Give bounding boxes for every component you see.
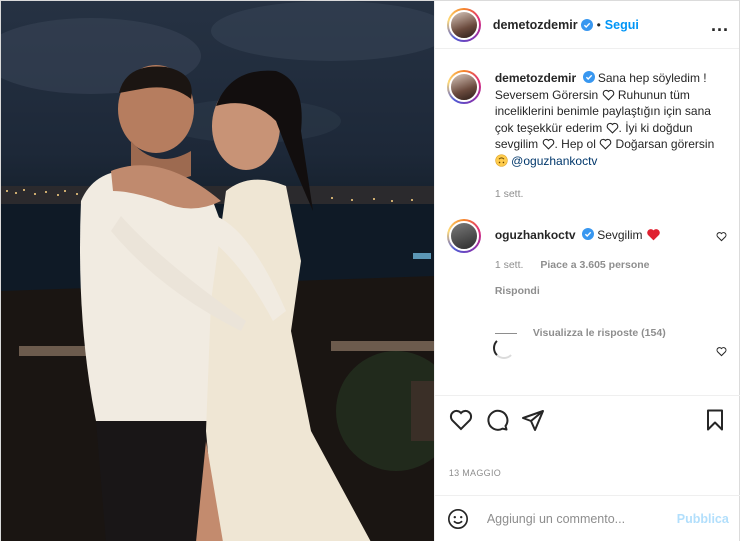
caption-timestamp[interactable]: 1 sett.: [495, 188, 524, 200]
comment-input[interactable]: [486, 512, 657, 526]
caption-text-5: Doğarsan görersin: [612, 137, 715, 151]
heart-icon: [449, 409, 472, 430]
comment-row: oguzhankoctv Sevgilim 1 sett. Piace a 3.…: [446, 218, 729, 300]
like-comment-heart-icon[interactable]: [716, 346, 727, 357]
comment-text: Sevgilim: [597, 227, 643, 242]
header-separator: •: [596, 17, 601, 32]
heart-outline-icon: [606, 122, 618, 134]
couple-photo-illustration: [1, 1, 434, 541]
post-photo[interactable]: [1, 1, 434, 541]
author-username[interactable]: demetozdemir: [493, 18, 578, 32]
save-icon: [706, 409, 723, 430]
loading-spinner-icon: [492, 337, 515, 359]
comment-timestamp[interactable]: 1 sett.: [495, 259, 524, 271]
publish-button[interactable]: Pubblica: [677, 512, 729, 526]
share-button[interactable]: [521, 408, 545, 432]
verified-badge-icon: [581, 227, 594, 240]
caption-text-4: . Hep ol: [554, 137, 600, 151]
commenter-username[interactable]: oguzhankoctv: [495, 228, 576, 242]
commenter-avatar[interactable]: [446, 218, 481, 253]
author-avatar[interactable]: [446, 7, 481, 42]
like-button[interactable]: [449, 408, 473, 432]
post-actions: [434, 395, 740, 443]
follow-button[interactable]: Segui: [605, 18, 639, 32]
comment-likes[interactable]: Piace a 3.605 persone: [540, 259, 649, 271]
heart-outline-icon: [602, 89, 614, 101]
red-heart-emoji-icon: [647, 228, 660, 240]
save-button[interactable]: [703, 408, 727, 432]
post-header: demetozdemir • Segui ...: [434, 1, 739, 49]
like-comment-heart-icon[interactable]: [716, 231, 727, 242]
verified-badge-icon: [580, 18, 593, 31]
replies-divider-line: [494, 332, 517, 334]
instagram-post: demetozdemir • Segui ... demetozdemir Sa…: [0, 0, 740, 541]
verified-badge-icon: [582, 71, 595, 83]
caption-username[interactable]: demetozdemir: [495, 71, 576, 85]
caption-body: demetozdemir Sana hep söyledim ! Severse…: [495, 70, 727, 203]
heart-outline-icon: [599, 138, 612, 150]
view-replies-button[interactable]: Visualizza le risposte (154): [494, 327, 729, 339]
caption-avatar[interactable]: [446, 70, 481, 104]
add-comment-bar: Pubblica: [434, 495, 740, 541]
share-icon: [521, 409, 544, 431]
upside-down-smile-emoji-icon: [495, 153, 508, 167]
comment-body: oguzhankoctv Sevgilim 1 sett. Piace a 3.…: [495, 219, 727, 300]
view-replies-label[interactable]: Visualizza le risposte (154): [533, 327, 666, 339]
post-date[interactable]: 13 MAGGIO: [449, 468, 501, 478]
caption-time: 1 sett.: [495, 186, 727, 203]
caption: demetozdemir Sana hep söyledim ! Severse…: [446, 70, 729, 203]
caption-mention-link[interactable]: @oguzhankoctv: [511, 154, 597, 168]
more-options-icon[interactable]: ...: [711, 16, 729, 34]
comment-meta: 1 sett. Piace a 3.605 persone: [495, 257, 727, 274]
comment-icon: [487, 409, 509, 431]
heart-outline-icon: [542, 138, 554, 150]
post-sidebar: demetozdemir • Segui ... demetozdemir Sa…: [433, 1, 740, 541]
emoji-icon[interactable]: [447, 508, 469, 530]
comment-button[interactable]: [485, 408, 509, 432]
comments-section[interactable]: demetozdemir Sana hep söyledim ! Severse…: [435, 50, 740, 395]
reply-button[interactable]: Rispondi: [495, 283, 727, 300]
